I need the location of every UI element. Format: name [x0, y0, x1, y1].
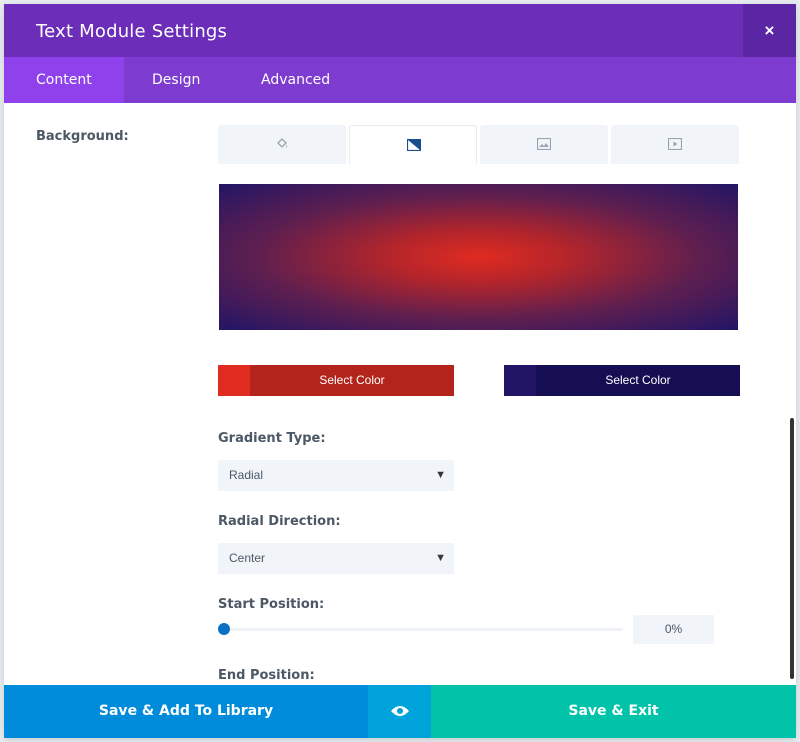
start-position-slider-track[interactable]: [223, 628, 623, 631]
start-position-value[interactable]: 0%: [633, 615, 714, 644]
background-tab-color[interactable]: [218, 125, 346, 164]
gradient-end-color-button[interactable]: Select Color: [504, 365, 740, 396]
video-icon: [668, 138, 682, 150]
radial-direction-select[interactable]: Center ▼: [218, 543, 454, 574]
gradient-type-select[interactable]: Radial ▼: [218, 460, 454, 491]
close-button[interactable]: ×: [743, 4, 796, 57]
module-settings-modal: Text Module Settings × Content Design Ad…: [4, 4, 796, 738]
background-tab-image[interactable]: [480, 125, 608, 164]
start-position-slider-handle[interactable]: [218, 623, 230, 635]
save-exit-button[interactable]: Save & Exit: [431, 685, 796, 738]
background-type-tabs: [218, 125, 740, 164]
dropdown-arrow-icon: ▼: [435, 469, 446, 481]
background-tab-video[interactable]: [611, 125, 739, 164]
start-position-label: Start Position:: [218, 597, 325, 612]
dropdown-arrow-icon: ▼: [435, 552, 446, 564]
gradient-type-value: Radial: [229, 468, 264, 482]
image-icon: [537, 138, 551, 150]
tab-advanced[interactable]: Advanced: [229, 57, 362, 103]
modal-title: Text Module Settings: [36, 21, 228, 42]
close-icon: ×: [764, 21, 775, 40]
scrollbar[interactable]: [790, 418, 794, 679]
paint-bucket-icon: [277, 138, 287, 148]
modal-titlebar: Text Module Settings ×: [4, 4, 796, 57]
gradient-start-color-swatch: [218, 365, 250, 396]
background-tab-gradient[interactable]: [349, 125, 477, 164]
radial-direction-value: Center: [229, 551, 266, 565]
save-add-library-button[interactable]: Save & Add To Library: [4, 685, 368, 738]
gradient-preview: [219, 184, 738, 330]
gradient-type-label: Gradient Type:: [218, 431, 326, 446]
settings-content[interactable]: Background: Select Color Select Color Gr…: [4, 103, 796, 685]
gradient-icon: [407, 139, 421, 151]
gradient-end-color-swatch: [504, 365, 536, 396]
end-position-label: End Position:: [218, 668, 315, 683]
background-label: Background:: [36, 129, 129, 144]
tab-content[interactable]: Content: [4, 57, 124, 103]
radial-direction-label: Radial Direction:: [218, 514, 341, 529]
gradient-start-color-label: Select Color: [250, 365, 454, 396]
settings-tabs: Content Design Advanced: [4, 57, 796, 103]
tab-design[interactable]: Design: [120, 57, 232, 103]
gradient-end-color-label: Select Color: [536, 365, 740, 396]
eye-icon: [390, 706, 409, 716]
gradient-start-color-button[interactable]: Select Color: [218, 365, 454, 396]
modal-footer: Save & Add To Library Save & Exit: [4, 685, 796, 738]
preview-button[interactable]: [368, 685, 431, 738]
